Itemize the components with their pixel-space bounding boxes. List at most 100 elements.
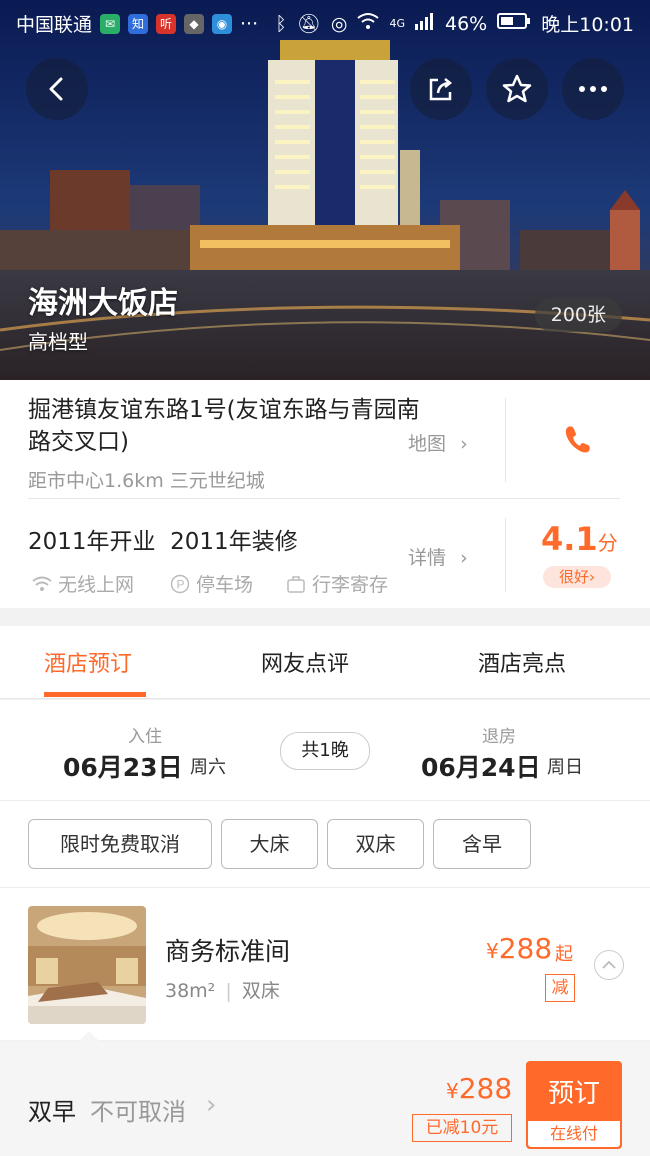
message-icon: ◉ (212, 13, 233, 34)
room-thumbnail[interactable] (28, 906, 146, 1024)
phone-icon (565, 426, 590, 453)
room-photo (28, 906, 146, 1024)
facility-parking: P 停车场 (170, 570, 253, 597)
room-name: 商务标准间 (165, 937, 291, 966)
battery-percent: 46% (445, 12, 488, 35)
back-icon (49, 77, 63, 101)
luggage-icon (287, 575, 305, 593)
date-selector[interactable]: 入住 06月23日 周六 共1晚 退房 06月24日 周日 (0, 700, 650, 801)
photo-count-badge[interactable]: 200张 (534, 298, 622, 332)
wechat-icon: ✉ (100, 13, 121, 34)
map-link[interactable]: 地图 › (408, 429, 468, 456)
room-area: 38m² (165, 980, 216, 1002)
hotel-address: 掘港镇友谊东路1号(友谊东路与青园南路交叉口) (28, 397, 420, 455)
carrier-label: 中国联通 (16, 14, 93, 36)
star-icon (502, 74, 532, 103)
network-type: 4G (389, 17, 405, 30)
room-specs: 38m² | 双床 (165, 976, 280, 1003)
room-card[interactable]: 商务标准间 38m² | 双床 ¥288 起 减 (0, 888, 650, 1040)
tab-highlights[interactable]: 酒店亮点 (478, 646, 566, 678)
filter-breakfast[interactable]: 含早 (433, 819, 531, 869)
room-bed: 双床 (241, 980, 280, 1002)
eye-icon: ◎ (330, 12, 348, 35)
wifi-icon (357, 12, 380, 35)
room-price: ¥288 (486, 932, 552, 965)
chevron-right-icon: › (460, 433, 468, 455)
room-price-value: 288 (498, 932, 553, 965)
mute-icon: 🔕︎ (296, 13, 321, 35)
facility-label: 停车场 (196, 574, 254, 596)
chevron-right-icon: › (460, 547, 468, 569)
hotel-name: 海洲大饭店 (28, 286, 178, 321)
wifi-icon (32, 576, 52, 591)
status-bar: 中国联通 ✉ 知 听 ◆ ◉ ··· ᛒ 🔕︎ ◎ 4G 46% 晚上10:01 (0, 0, 650, 44)
filter-king-bed[interactable]: 大床 (221, 819, 318, 869)
phone-button[interactable] (563, 424, 591, 458)
clock: 晚上10:01 (541, 14, 634, 36)
battery-icon (497, 12, 531, 35)
map-link-label: 地图 (408, 433, 447, 455)
tab-hotel-booking[interactable]: 酒店预订 (44, 646, 132, 678)
checkout-date[interactable]: 06月24日 (421, 748, 541, 784)
hotel-hero-photo[interactable]: 中国联通 ✉ 知 听 ◆ ◉ ··· ᛒ 🔕︎ ◎ 4G 46% 晚上10:01 (0, 0, 650, 380)
facility-luggage: 行李寄存 (286, 570, 388, 597)
checkout-weekday: 周日 (547, 757, 583, 778)
score-value: 4.1 (541, 520, 598, 558)
discount-tag: 减 (545, 974, 575, 1002)
chevron-up-icon (602, 960, 616, 969)
book-label: 预订 (547, 1079, 600, 1109)
filter-bar: 限时免费取消 大床 双床 含早 (0, 801, 650, 888)
share-button[interactable] (410, 58, 472, 120)
more-button[interactable] (562, 58, 624, 120)
detail-link[interactable]: 详情 › (408, 543, 468, 570)
divider (28, 498, 620, 499)
checkout-label: 退房 (482, 727, 516, 747)
facility-wifi: 无线上网 (32, 570, 134, 597)
divider (505, 518, 506, 592)
signal-icon (415, 12, 435, 35)
filter-free-cancel[interactable]: 限时免费取消 (28, 819, 212, 869)
detail-link-label: 详情 (408, 547, 447, 569)
rating-badge[interactable]: 很好› (543, 566, 611, 588)
tab-reviews[interactable]: 网友点评 (261, 646, 349, 678)
checkin-label: 入住 (128, 727, 162, 747)
pay-type: 在线付 (528, 1121, 620, 1147)
active-tab-indicator (44, 692, 146, 697)
filter-twin-bed[interactable]: 双床 (327, 819, 424, 869)
pointer-notch (78, 1031, 100, 1042)
back-button[interactable] (26, 58, 88, 120)
rate-price-value: 288 (458, 1072, 513, 1105)
meal-plan: 双早 (28, 1098, 76, 1126)
zhihu-icon: 知 (128, 13, 149, 34)
hotel-grade: 高档型 (28, 330, 88, 354)
checkin-weekday: 周六 (190, 757, 226, 778)
bluetooth-icon: ᛒ (275, 12, 287, 35)
price-suffix: 起 (555, 944, 573, 965)
discount-badge: 已减10元 (412, 1114, 512, 1142)
opening-info: 2011年开业 2011年装修 (28, 529, 298, 555)
currency-symbol: ¥ (486, 939, 499, 963)
checkin-date[interactable]: 06月23日 (63, 748, 183, 784)
rate-plan-row[interactable]: 双早 不可取消 › ¥288 已减10元 预订 在线付 (0, 1042, 650, 1156)
chevron-right-icon: › (589, 568, 595, 586)
nights-badge: 共1晚 (280, 732, 370, 770)
separator: | (225, 980, 232, 1002)
currency-symbol: ¥ (446, 1079, 459, 1103)
score-unit: 分 (597, 531, 618, 555)
section-tabs: 酒店预订 网友点评 酒店亮点 (0, 626, 650, 699)
collapse-button[interactable] (594, 950, 624, 980)
cancel-policy: 不可取消 (90, 1098, 186, 1126)
share-icon (429, 78, 453, 101)
facility-label: 行李寄存 (312, 574, 389, 596)
more-icon (579, 86, 607, 92)
status-more: ··· (240, 12, 259, 35)
book-button[interactable]: 预订 在线付 (526, 1061, 622, 1149)
rating-score[interactable]: 4.1分 (541, 520, 618, 558)
hotel-info-card: 掘港镇友谊东路1号(友谊东路与青园南路交叉口) 距市中心1.6km 三元世纪城 … (0, 380, 650, 608)
divider (505, 398, 506, 482)
box-icon: ◆ (184, 13, 205, 34)
favorite-button[interactable] (486, 58, 548, 120)
distance-info: 距市中心1.6km 三元世纪城 (28, 470, 265, 492)
parking-icon: P (170, 574, 190, 593)
rating-text: 很好 (558, 568, 589, 586)
